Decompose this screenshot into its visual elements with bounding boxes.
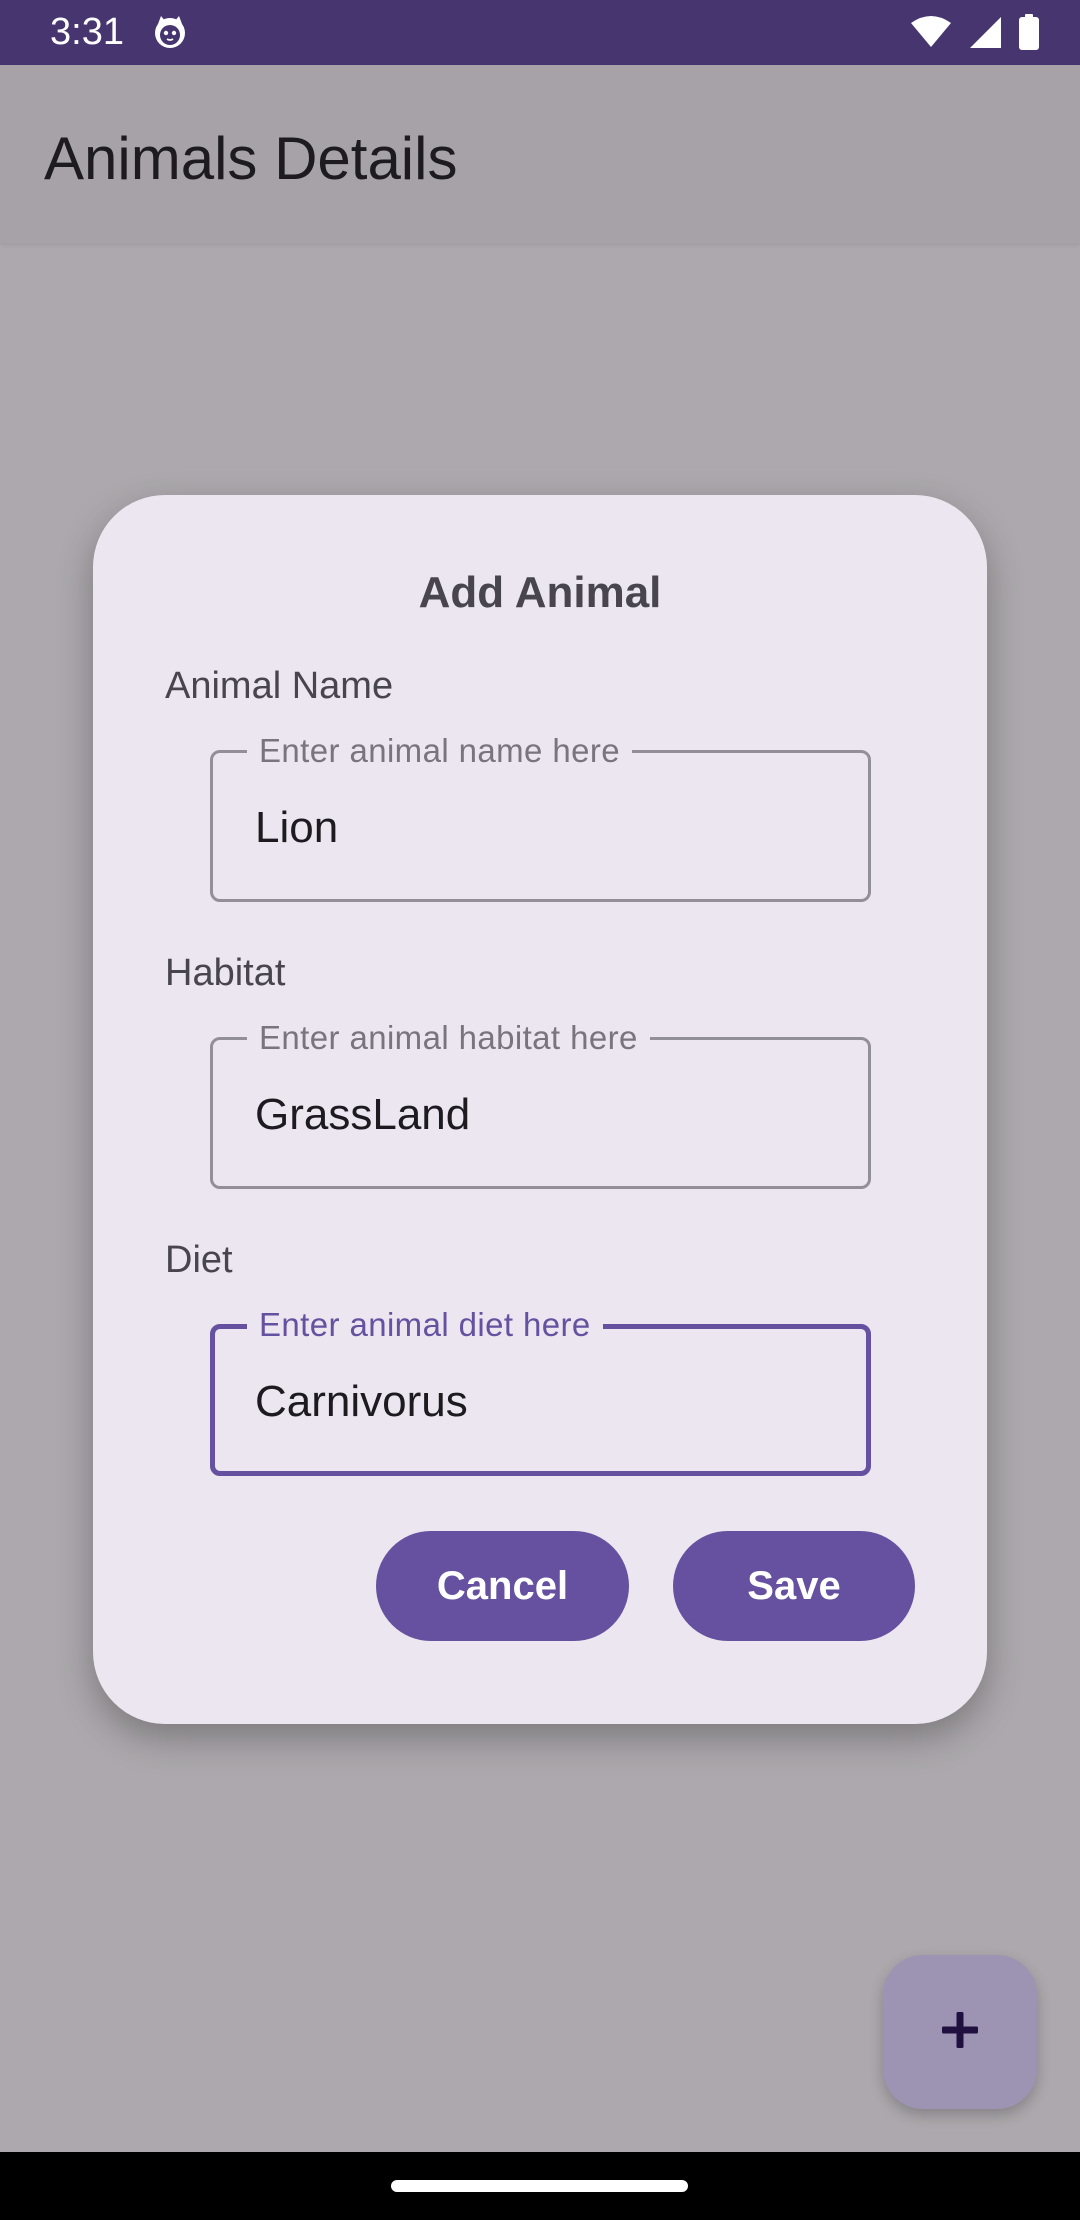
status-bar: 3:31 bbox=[0, 0, 1080, 65]
status-icons bbox=[910, 14, 1040, 50]
home-indicator[interactable] bbox=[391, 2180, 688, 2192]
add-animal-dialog: Add Animal Animal Name Enter animal name… bbox=[93, 495, 987, 1724]
habitat-label: Habitat bbox=[165, 952, 286, 994]
diet-value: Carnivorus bbox=[255, 1377, 468, 1426]
plus-icon bbox=[940, 2010, 980, 2055]
top-app-bar: Animals Details bbox=[0, 65, 1080, 243]
habitat-field[interactable]: Enter animal habitat here GrassLand bbox=[210, 1018, 871, 1189]
status-time: 3:31 bbox=[50, 11, 124, 53]
navigation-bar bbox=[0, 2152, 1080, 2220]
diet-placeholder: Enter animal diet here bbox=[247, 1305, 603, 1345]
save-button[interactable]: Save bbox=[673, 1531, 915, 1641]
dialog-title: Add Animal bbox=[418, 568, 662, 617]
wifi-icon bbox=[910, 15, 952, 49]
habitat-placeholder: Enter animal habitat here bbox=[247, 1018, 650, 1058]
habitat-value: GrassLand bbox=[255, 1090, 471, 1139]
diet-field[interactable]: Enter animal diet here Carnivorus bbox=[210, 1305, 871, 1476]
page-title: Animals Details bbox=[44, 125, 458, 192]
animal-name-field[interactable]: Enter animal name here Lion bbox=[210, 731, 871, 902]
cancel-button[interactable]: Cancel bbox=[376, 1531, 629, 1641]
diet-label: Diet bbox=[165, 1239, 233, 1281]
animal-name-label: Animal Name bbox=[165, 665, 394, 707]
add-animal-fab[interactable] bbox=[883, 1955, 1037, 2109]
battery-icon bbox=[1018, 14, 1040, 50]
screen: 3:31 Animals Details Add Animal Animal N… bbox=[0, 0, 1080, 2220]
animal-name-placeholder: Enter animal name here bbox=[247, 731, 632, 771]
cat-face-icon bbox=[152, 14, 188, 50]
cell-signal-icon bbox=[968, 15, 1002, 49]
animal-name-value: Lion bbox=[255, 803, 339, 852]
